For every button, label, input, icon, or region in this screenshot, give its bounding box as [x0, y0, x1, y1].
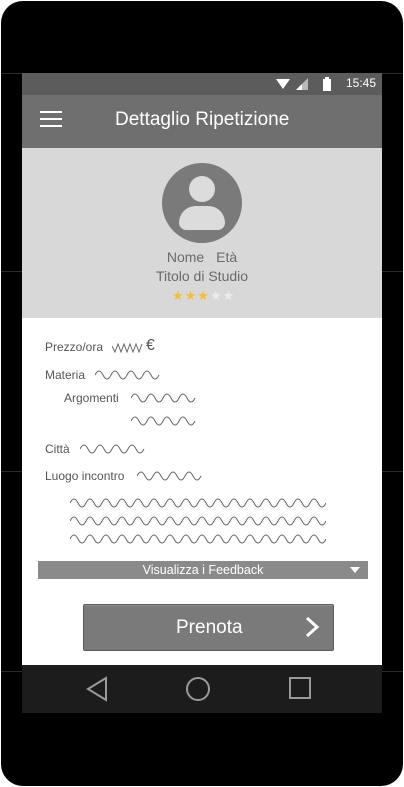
app-bar: Dettaglio Ripetizione: [22, 95, 382, 148]
placeholder-squiggle: [131, 416, 196, 426]
topics-label: Argomenti: [64, 391, 119, 405]
wifi-icon: [276, 79, 290, 89]
star-icon: ★: [209, 288, 223, 303]
star-icon: ★: [172, 288, 185, 303]
city-label: Città: [45, 442, 70, 456]
status-time: 15:45: [345, 76, 376, 90]
placeholder-squiggle: [137, 471, 202, 481]
chevron-down-icon: [350, 567, 360, 573]
feedback-label: Visualizza i Feedback: [142, 563, 264, 577]
star-icon: ★: [197, 288, 210, 303]
home-icon[interactable]: [185, 676, 211, 702]
person-icon: [162, 163, 242, 243]
nav-bar: [22, 665, 382, 713]
menu-icon[interactable]: [40, 111, 62, 129]
details-section: Prezzo/ora € Materia Argomenti Città Luo…: [22, 318, 382, 665]
rating-stars: ★★★★★: [172, 288, 235, 304]
name-age-line: Nome Età: [22, 249, 382, 265]
chevron-right-icon: [305, 616, 320, 638]
placeholder-squiggle: [112, 342, 143, 354]
placeholder-squiggle: [70, 516, 326, 526]
placeholder-squiggle: [95, 370, 160, 380]
placeholder-squiggle: [70, 534, 326, 544]
feedback-dropdown[interactable]: Visualizza i Feedback: [38, 561, 368, 579]
back-icon[interactable]: [85, 676, 109, 702]
screen: 15:45 Dettaglio Ripetizione Nome Età Tit…: [22, 73, 382, 665]
placeholder-squiggle: [80, 444, 145, 454]
page-title: Dettaglio Ripetizione: [115, 109, 290, 130]
meeting-place-label: Luogo incontro: [45, 469, 125, 483]
status-bar: 15:45: [22, 73, 382, 95]
battery-icon: [323, 77, 331, 91]
star-icon: ★: [184, 288, 198, 303]
profile-header: Nome Età Titolo di Studio ★★★★★: [22, 148, 382, 318]
recents-icon[interactable]: [288, 676, 312, 700]
book-button-label: Prenota: [176, 617, 243, 638]
star-icon: ★: [222, 288, 236, 303]
degree-label: Titolo di Studio: [155, 268, 249, 284]
placeholder-squiggle: [70, 498, 326, 508]
currency-symbol: €: [146, 337, 155, 354]
age-label: Età: [216, 249, 238, 265]
placeholder-squiggle: [131, 393, 196, 403]
signal-icon: [296, 78, 308, 90]
book-button[interactable]: Prenota: [83, 604, 334, 651]
subject-label: Materia: [45, 368, 86, 382]
price-label: Prezzo/ora: [45, 340, 104, 354]
name-label: Nome: [166, 249, 205, 265]
